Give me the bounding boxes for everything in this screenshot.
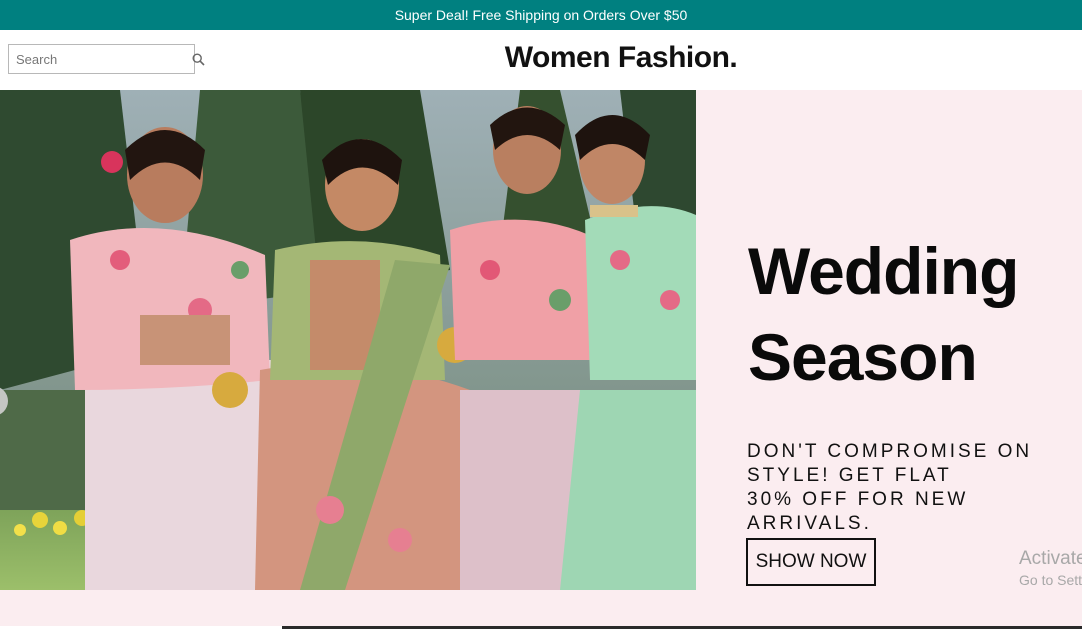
activate-windows-watermark: Activate Windows Go to Settings to activ… xyxy=(1019,548,1082,588)
announcement-text: Super Deal! Free Shipping on Orders Over… xyxy=(394,7,688,23)
activate-windows-subtitle: Go to Settings to activate Windows. xyxy=(1019,572,1082,588)
site-header: Women Fashion. xyxy=(0,30,1082,90)
hero-title: Wedding Season xyxy=(748,234,1019,394)
site-logo[interactable]: Women Fashion. xyxy=(0,41,1082,75)
announcement-bar: Super Deal! Free Shipping on Orders Over… xyxy=(0,0,1082,30)
activate-windows-title: Activate Windows xyxy=(1019,548,1082,569)
show-now-button[interactable]: SHOW NOW xyxy=(746,538,876,586)
hero-image xyxy=(0,90,696,590)
hero-banner: Wedding Season DON'T COMPROMISE ON STYLE… xyxy=(0,90,1082,626)
hero-subtitle: DON'T COMPROMISE ON STYLE! GET FLAT 30% … xyxy=(747,441,1033,534)
